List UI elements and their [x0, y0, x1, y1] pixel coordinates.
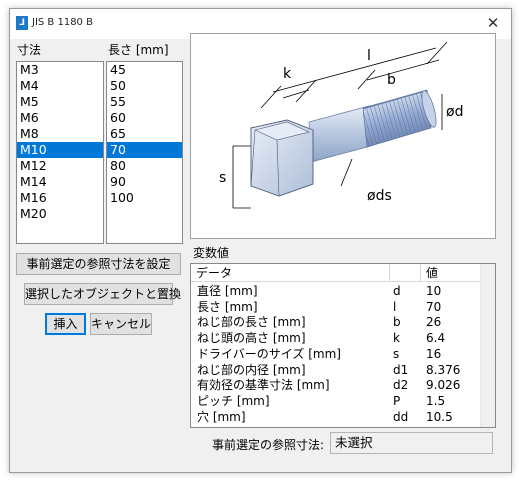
table-cell-symbol: d2 — [393, 378, 409, 393]
reference-status-label: 事前選定の参照寸法: — [212, 438, 325, 452]
table-cell-symbol: d1 — [393, 362, 409, 377]
table-cell-value: 26 — [426, 315, 442, 330]
list-item[interactable]: M16 — [17, 190, 103, 206]
label-d: ød — [446, 104, 463, 120]
table-cell-value: 9.026 — [426, 378, 461, 393]
bolt-thread — [362, 89, 432, 148]
label-l: l — [367, 48, 371, 64]
table-cell-name: ねじ部の長さ [mm] — [197, 315, 306, 330]
variables-table: データ 値 直径 [mm] d 10 長さ [mm] l 70 ねじ部の長さ [mm] b 26… — [190, 263, 496, 428]
table-cell-name: ピッチ [mm] — [197, 393, 270, 408]
list-item[interactable]: M4 — [17, 78, 103, 94]
list-item[interactable]: 65 — [107, 126, 182, 142]
table-cell-name: 直径 [mm] — [197, 284, 258, 298]
variables-title: 変数値 — [193, 246, 230, 260]
list-item[interactable]: 70 — [107, 142, 182, 158]
replace-selected-button[interactable]: 選択したオブジェクトと置換 — [24, 283, 181, 305]
bolt-diagram: l k b ød s øds — [219, 41, 463, 209]
table-cell-value: 6.4 — [426, 331, 446, 346]
list-item[interactable]: M6 — [17, 110, 103, 126]
list-item[interactable]: M12 — [17, 158, 103, 174]
column-header-symbol[interactable] — [390, 264, 421, 282]
cancel-button[interactable]: キャンセル — [90, 313, 152, 335]
table-cell-name: 長さ [mm] — [197, 299, 258, 314]
table-cell-symbol: dd — [393, 409, 409, 424]
list-item[interactable]: M10 — [17, 142, 103, 158]
list-item[interactable]: 60 — [107, 110, 182, 126]
size-listbox[interactable]: M3 M4 M5 M6 M8 M10 M12 M14 M16 M20 — [16, 61, 104, 244]
window-title: JIS B 1180 B — [32, 17, 93, 28]
label-ds: øds — [367, 188, 392, 204]
table-cell-name: 有効径の基準寸法 [mm] — [197, 378, 330, 393]
table-cell-symbol: d — [393, 284, 401, 298]
set-reference-button[interactable]: 事前選定の参照寸法を設定 — [16, 253, 181, 275]
list-item[interactable]: M3 — [17, 62, 103, 78]
scrollbar[interactable] — [480, 264, 495, 427]
column-header-value[interactable]: 値 — [421, 264, 481, 282]
list-item[interactable]: 50 — [107, 78, 182, 94]
list-item[interactable]: M14 — [17, 174, 103, 190]
bolt-shank — [308, 105, 372, 163]
label-s: s — [219, 170, 226, 186]
table-cell-value: 70 — [426, 299, 442, 314]
table-cell-name: 穴 [mm] — [197, 409, 246, 424]
list-item[interactable]: M5 — [17, 94, 103, 110]
table-cell-value: 1.5 — [426, 393, 446, 408]
list-item[interactable]: 80 — [107, 158, 182, 174]
list-item[interactable]: 90 — [107, 174, 182, 190]
label-b: b — [387, 72, 396, 88]
table-cell-value: 10.5 — [426, 409, 453, 424]
table-cell-value: 16 — [426, 346, 442, 361]
insert-button[interactable]: 挿入 — [45, 313, 86, 335]
size-list-header: 寸法 — [17, 43, 42, 57]
label-k: k — [283, 66, 292, 82]
list-item[interactable]: 55 — [107, 94, 182, 110]
table-cell-name: ねじ頭の高さ [mm] — [197, 331, 306, 346]
list-item[interactable]: M20 — [17, 206, 103, 222]
list-item[interactable]: M8 — [17, 126, 103, 142]
table-cell-value: 10 — [426, 284, 442, 298]
close-icon[interactable]: ✕ — [483, 13, 503, 33]
table-cell-name: ねじ部の内径 [mm] — [197, 362, 306, 377]
table-cell-symbol: s — [393, 346, 400, 361]
list-item[interactable]: 45 — [107, 62, 182, 78]
column-header-data[interactable]: データ — [191, 264, 390, 282]
table-cell-symbol: P — [393, 393, 401, 408]
table-cell-symbol: l — [393, 299, 397, 314]
app-icon: ⅃ — [16, 16, 28, 30]
table-cell-name: ドライバーのサイズ [mm] — [197, 346, 341, 361]
length-list-header: 長さ [mm] — [108, 43, 169, 57]
table-cell-symbol: k — [393, 331, 400, 346]
length-listbox[interactable]: 45 50 55 60 65 70 80 90 100 — [106, 61, 183, 244]
reference-status-value: 未選択 — [330, 432, 493, 454]
table-cell-symbol: b — [393, 315, 401, 330]
list-item[interactable]: 100 — [107, 190, 182, 206]
bolt-diagram-panel: l k b ød s øds — [190, 33, 496, 239]
table-cell-value: 8.376 — [426, 362, 461, 377]
